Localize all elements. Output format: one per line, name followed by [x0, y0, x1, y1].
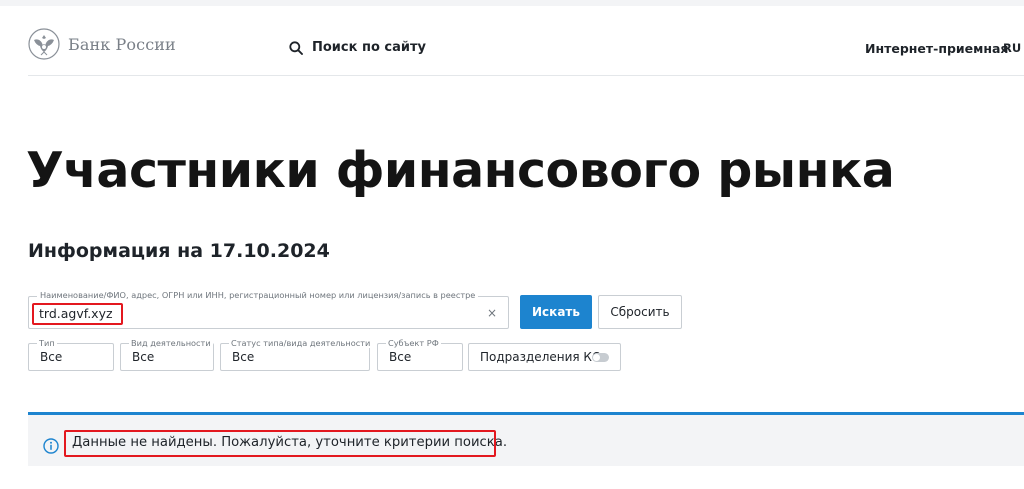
internet-reception-link[interactable]: Интернет-приемная: [865, 41, 1008, 56]
site-header: Банк России Поиск по сайту Интернет-прие…: [0, 6, 1024, 76]
filter-subject-select[interactable]: Субъект РФ Все: [377, 338, 463, 371]
site-search-label: Поиск по сайту: [312, 40, 427, 55]
double-eagle-emblem-icon: [28, 28, 60, 60]
subdivisions-toggle-switch[interactable]: [592, 353, 609, 362]
filter-type-value: Все: [40, 350, 63, 364]
info-icon: [43, 438, 59, 454]
filter-activity-legend: Вид деятельности: [129, 338, 213, 348]
header-divider: [28, 75, 1024, 76]
filter-type-select[interactable]: Тип Все: [28, 338, 114, 371]
filter-status-value: Все: [232, 350, 255, 364]
filter-activity-select[interactable]: Вид деятельности Все: [120, 338, 214, 371]
filter-activity-value: Все: [132, 350, 155, 364]
filter-status-legend: Статус типа/вида деятельности: [229, 338, 373, 348]
page-title: Участники финансового рынка: [26, 142, 895, 199]
search-icon: [289, 40, 303, 55]
bank-logo[interactable]: Банк России: [28, 28, 176, 60]
reset-button[interactable]: Сбросить: [598, 295, 682, 329]
subdivisions-toggle-field[interactable]: Подразделения КО: [468, 343, 621, 371]
search-button[interactable]: Искать: [520, 295, 592, 329]
search-field-legend: Наименование/ФИО, адрес, ОГРН или ИНН, р…: [37, 290, 479, 300]
filter-subject-value: Все: [389, 350, 412, 364]
logo-text: Банк России: [68, 34, 176, 54]
registry-search-input[interactable]: [39, 304, 459, 322]
subdivisions-toggle-label: Подразделения КО: [480, 350, 602, 364]
notice-text: Данные не найдены. Пожалуйста, уточните …: [72, 435, 508, 450]
filter-subject-legend: Субъект РФ: [386, 338, 441, 348]
toggle-knob: [593, 354, 600, 361]
filter-type-legend: Тип: [37, 338, 57, 348]
info-date-heading: Информация на 17.10.2024: [28, 240, 330, 262]
clear-icon[interactable]: ×: [487, 306, 497, 320]
filter-status-select[interactable]: Статус типа/вида деятельности Все: [220, 338, 373, 371]
site-search-button[interactable]: Поиск по сайту: [289, 40, 426, 55]
language-switcher[interactable]: RU E: [1003, 41, 1024, 55]
no-results-notice: Данные не найдены. Пожалуйста, уточните …: [28, 412, 1024, 466]
lang-current[interactable]: RU: [1003, 41, 1021, 55]
registry-search-field[interactable]: Наименование/ФИО, адрес, ОГРН или ИНН, р…: [28, 290, 509, 329]
